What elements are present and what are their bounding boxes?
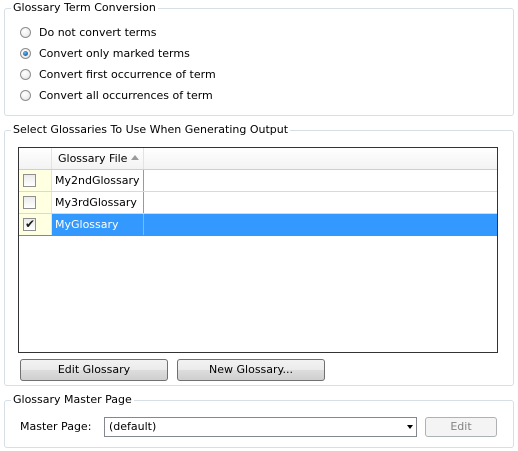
radio-button-icon	[20, 26, 31, 38]
master-page-select[interactable]: (default)	[104, 417, 417, 437]
glossaries-legend: Select Glossaries To Use When Generating…	[11, 123, 291, 137]
row-checkbox[interactable]	[23, 174, 36, 187]
glossary-settings-panel: Glossary Term Conversion Do not convert …	[0, 0, 518, 451]
term-conversion-legend: Glossary Term Conversion	[11, 1, 158, 15]
radio-do-not-convert[interactable]: Do not convert terms	[20, 24, 156, 40]
check-cell: ✔	[19, 214, 52, 235]
radio-convert-first[interactable]: Convert first occurrence of term	[20, 66, 216, 82]
check-column-header[interactable]	[19, 148, 52, 169]
row-checkbox-checked[interactable]: ✔	[23, 217, 36, 231]
check-cell	[19, 192, 52, 213]
term-conversion-group: Glossary Term Conversion Do not convert …	[4, 1, 514, 116]
radio-label: Convert only marked terms	[39, 46, 190, 60]
radio-convert-all[interactable]: Convert all occurrences of term	[20, 87, 213, 103]
master-page-value: (default)	[109, 420, 157, 433]
radio-label: Convert all occurrences of term	[39, 88, 213, 102]
empty-column-header	[144, 148, 497, 169]
glossary-name-cell: MyGlossary	[52, 214, 144, 235]
table-row-selected[interactable]: ✔ MyGlossary	[19, 214, 497, 236]
radio-convert-marked[interactable]: Convert only marked terms	[20, 45, 190, 61]
new-glossary-button[interactable]: New Glossary...	[177, 359, 325, 381]
radio-label: Do not convert terms	[39, 25, 157, 39]
edit-master-page-button[interactable]: Edit	[425, 417, 497, 437]
check-cell	[19, 170, 52, 191]
checkmark-icon: ✔	[25, 217, 36, 231]
glossary-file-column-header[interactable]: Glossary File	[52, 148, 144, 169]
table-row[interactable]: My3rdGlossary	[19, 192, 497, 214]
radio-label: Convert first occurrence of term	[39, 67, 216, 81]
table-row[interactable]: My2ndGlossary	[19, 170, 497, 192]
radio-button-icon	[20, 68, 31, 80]
column-header-label: Glossary File	[58, 152, 128, 165]
edit-glossary-button[interactable]: Edit Glossary	[20, 359, 168, 381]
chevron-down-icon[interactable]	[407, 425, 413, 429]
row-checkbox[interactable]	[23, 196, 36, 209]
radio-button-icon	[20, 89, 31, 101]
glossary-name-cell: My3rdGlossary	[52, 192, 144, 213]
sort-ascending-icon	[131, 155, 139, 160]
glossary-table[interactable]: Glossary File My2ndGlossary My3rdGlossar…	[18, 147, 498, 353]
table-header: Glossary File	[19, 148, 497, 170]
master-page-label: Master Page:	[20, 420, 92, 433]
radio-button-selected-icon	[20, 47, 31, 59]
master-page-legend: Glossary Master Page	[11, 393, 134, 407]
glossary-name-cell: My2ndGlossary	[52, 170, 144, 191]
